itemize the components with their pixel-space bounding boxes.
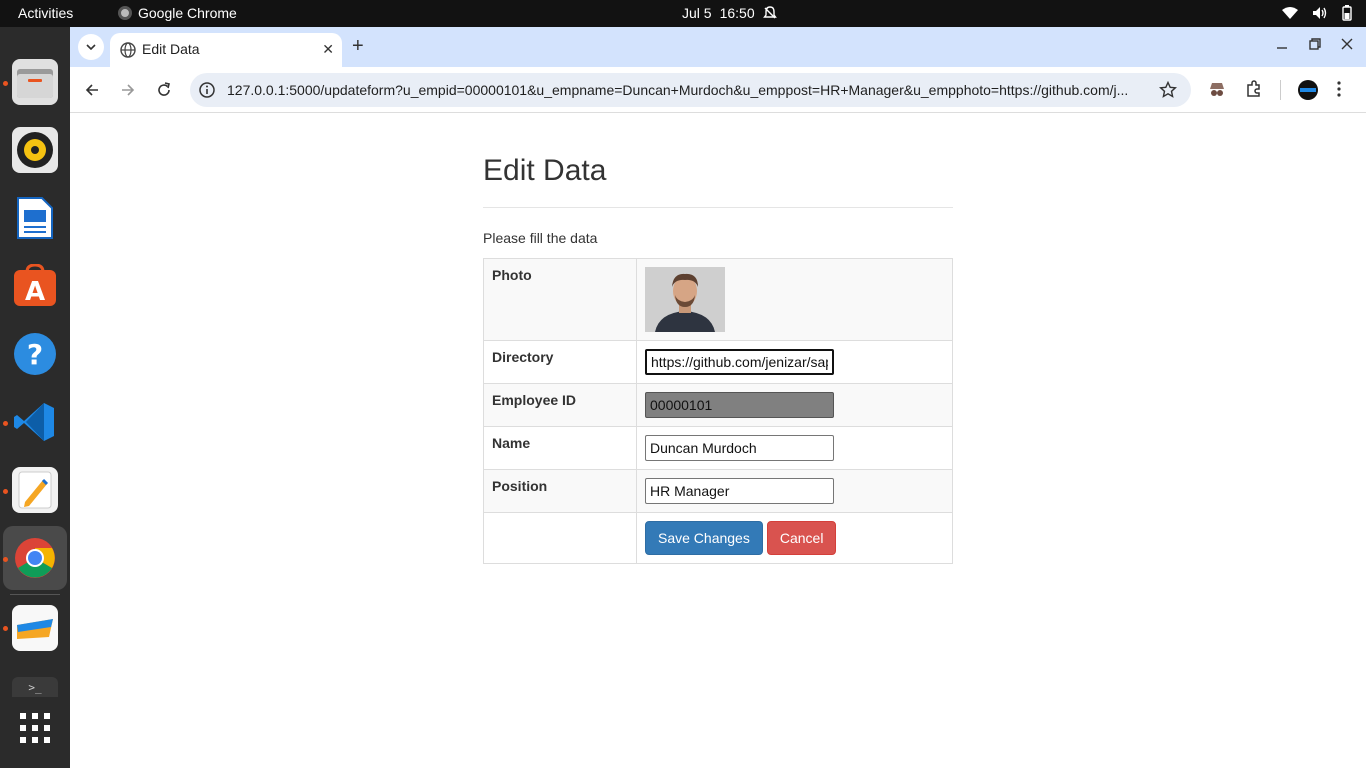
battery-icon	[1342, 5, 1352, 21]
running-indicator	[3, 626, 8, 631]
photo-label: Photo	[483, 258, 637, 341]
wifi-icon	[1282, 6, 1298, 20]
site-info-icon[interactable]	[198, 81, 216, 104]
menu-kebab-icon[interactable]	[1336, 80, 1342, 103]
running-indicator	[3, 421, 8, 426]
text-editor-icon[interactable]	[12, 467, 58, 513]
chevron-down-icon	[86, 44, 96, 50]
employee-id-input[interactable]	[645, 392, 834, 418]
help-icon[interactable]: ?	[12, 331, 58, 377]
activities-button[interactable]: Activities	[18, 5, 73, 21]
browser-window: Edit Data ✕ + 127.0.0.1:5000/updateform?…	[70, 27, 1366, 768]
page-title: Edit Data	[483, 154, 607, 187]
tab-strip: Edit Data ✕ +	[70, 27, 1366, 67]
cancel-button[interactable]: Cancel	[766, 521, 837, 555]
name-label: Name	[483, 426, 637, 470]
position-cell	[636, 469, 953, 513]
browser-toolbar: 127.0.0.1:5000/updateform?u_empid=000001…	[70, 67, 1366, 113]
chrome-small-icon	[118, 6, 132, 20]
svg-text:?: ?	[27, 338, 43, 371]
position-label: Position	[483, 469, 637, 513]
table-row-directory: Directory	[483, 340, 953, 384]
table-row-position: Position	[483, 469, 953, 513]
close-window-button[interactable]	[1341, 37, 1353, 53]
chrome-icon[interactable]	[12, 535, 58, 581]
address-bar[interactable]: 127.0.0.1:5000/updateform?u_empid=000001…	[190, 73, 1191, 107]
forward-button[interactable]	[118, 80, 138, 100]
edit-form-table: Photo Directory https://github.com/jeniz…	[483, 258, 953, 564]
title-divider	[483, 207, 953, 208]
dock-separator	[10, 594, 60, 595]
name-input[interactable]	[645, 435, 834, 461]
restore-button[interactable]	[1309, 37, 1321, 53]
web-page: Edit Data Please fill the data Photo Dir…	[70, 114, 1366, 768]
bell-icon	[762, 6, 777, 20]
directory-input[interactable]	[645, 349, 834, 375]
save-changes-button[interactable]: Save Changes	[645, 521, 763, 555]
reload-icon	[158, 82, 170, 96]
actions-empty-cell	[483, 512, 637, 564]
vscode-icon[interactable]	[12, 399, 58, 445]
instructions-text: Please fill the data	[483, 230, 598, 246]
tab-search-button[interactable]	[78, 34, 104, 60]
table-row-name: Name	[483, 426, 953, 470]
toolbar-separator	[1280, 80, 1281, 100]
actions-cell: Save Changes Cancel	[636, 512, 953, 564]
directory-cell	[636, 340, 953, 384]
globe-icon	[120, 42, 136, 63]
extensions-puzzle-icon[interactable]	[1245, 80, 1263, 103]
table-row-actions: Save Changes Cancel	[483, 512, 953, 564]
tab-title: Edit Data	[142, 41, 200, 57]
employee-id-cell	[636, 383, 953, 427]
position-input[interactable]	[645, 478, 834, 504]
url-text: 127.0.0.1:5000/updateform?u_empid=000001…	[227, 82, 1129, 98]
table-row-employee-id: Employee ID	[483, 383, 953, 427]
arrow-right-icon	[122, 84, 135, 96]
time-text: 16:50	[719, 5, 755, 21]
page-container: Edit Data Please fill the data Photo Dir…	[483, 114, 953, 564]
app-name: Google Chrome	[138, 5, 237, 21]
sticky-notes-icon[interactable]	[12, 605, 58, 651]
new-tab-button[interactable]: +	[352, 35, 364, 58]
running-indicator	[3, 489, 8, 494]
terminal-icon[interactable]: >_	[12, 677, 58, 697]
profile-avatar[interactable]	[1297, 79, 1319, 106]
arrow-left-icon	[85, 84, 98, 96]
rhythmbox-icon[interactable]	[12, 127, 58, 173]
app-menu[interactable]: Google Chrome	[118, 5, 237, 21]
name-cell	[636, 426, 953, 470]
table-row-photo: Photo	[483, 258, 953, 341]
reload-button[interactable]	[154, 80, 174, 100]
clock[interactable]: Jul 5 16:50	[682, 5, 777, 21]
system-tray[interactable]	[1282, 5, 1352, 21]
employee-photo	[645, 267, 725, 332]
tab-edit-data[interactable]: Edit Data ✕	[110, 33, 342, 67]
system-top-bar: Activities Google Chrome Jul 5 16:50	[0, 0, 1366, 27]
volume-icon	[1312, 6, 1328, 20]
files-icon[interactable]	[12, 59, 58, 105]
back-button[interactable]	[82, 80, 102, 100]
employee-id-label: Employee ID	[483, 383, 637, 427]
software-icon[interactable]: A	[12, 263, 58, 309]
date-text: Jul 5	[682, 5, 712, 21]
dock: A ? >_	[0, 27, 70, 768]
directory-label: Directory	[483, 340, 637, 384]
incognito-extension-icon[interactable]	[1208, 80, 1226, 103]
apps-grid-icon[interactable]	[12, 705, 58, 751]
running-indicator	[3, 557, 8, 562]
close-tab-icon[interactable]: ✕	[322, 41, 334, 58]
photo-cell	[636, 258, 953, 341]
bookmark-star-icon[interactable]	[1158, 80, 1178, 104]
running-indicator	[3, 81, 8, 86]
minimize-button[interactable]	[1276, 37, 1288, 53]
writer-icon[interactable]	[12, 195, 58, 241]
svg-text:A: A	[25, 277, 45, 307]
